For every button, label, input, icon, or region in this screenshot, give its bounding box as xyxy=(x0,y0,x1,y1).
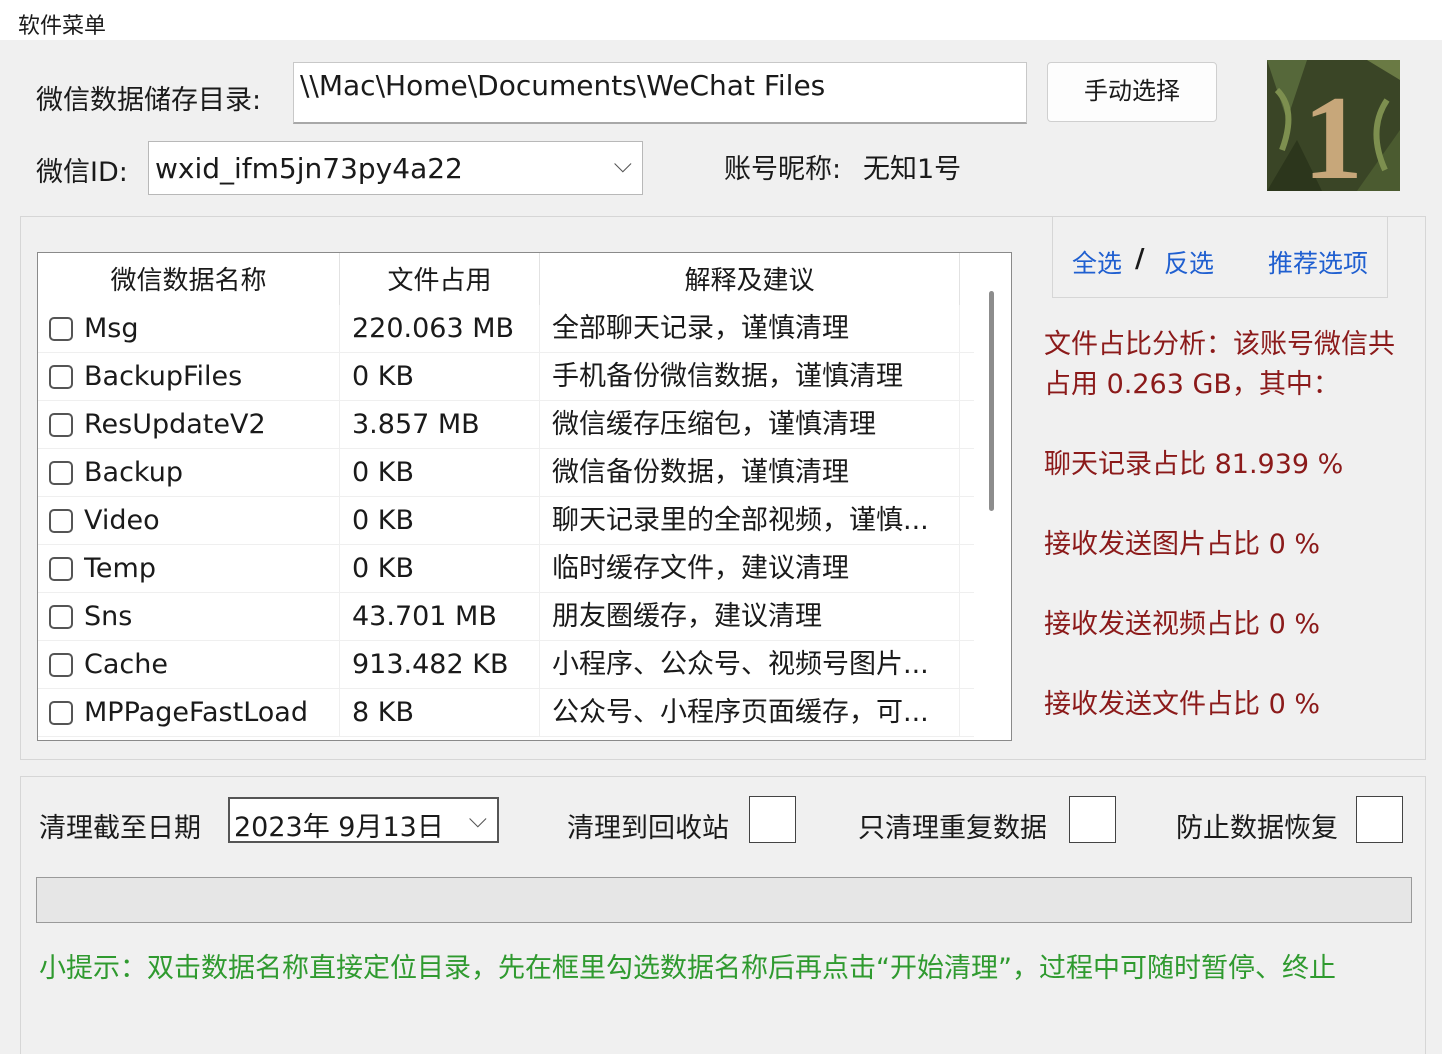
chevron-down-icon: ⌵ xyxy=(613,150,632,178)
storage-path-input[interactable]: \\Mac\Home\Documents\WeChat Files xyxy=(293,62,1027,124)
recycle-bin-label: 清理到回收站 xyxy=(567,813,729,844)
row-note: 微信备份数据，谨慎清理 xyxy=(552,449,960,497)
row-note: 公众号、小程序页面缓存，可... xyxy=(552,689,960,737)
nickname-label: 账号昵称: xyxy=(724,154,842,185)
header-note[interactable]: 解释及建议 xyxy=(540,253,960,305)
duplicate-only-label: 只清理重复数据 xyxy=(858,813,1047,844)
row-name: ResUpdateV2 xyxy=(84,401,340,449)
analysis-line1: 文件占比分析：该账号微信共 xyxy=(1044,329,1395,360)
row-size: 220.063 MB xyxy=(352,305,540,353)
row-size: 0 KB xyxy=(352,449,540,497)
row-checkbox[interactable] xyxy=(49,701,73,725)
table-row[interactable]: Video 0 KB 聊天记录里的全部视频，谨慎... xyxy=(38,497,974,545)
row-name: Temp xyxy=(84,545,340,593)
cleanup-date-value: 2023年 9月13日 xyxy=(234,812,444,843)
row-name: Sns xyxy=(84,593,340,641)
row-note: 微信缓存压缩包，谨慎清理 xyxy=(552,401,960,449)
row-note: 手机备份微信数据，谨慎清理 xyxy=(552,353,960,401)
avatar: 1 xyxy=(1267,60,1400,191)
storage-dir-label: 微信数据储存目录: xyxy=(36,85,262,116)
row-checkbox[interactable] xyxy=(49,605,73,629)
recycle-bin-checkbox[interactable] xyxy=(749,796,796,843)
row-note: 临时缓存文件，建议清理 xyxy=(552,545,960,593)
data-table[interactable]: 微信数据名称 文件占用 解释及建议 Msg 220.063 MB 全部聊天记录，… xyxy=(37,252,1012,741)
row-checkbox[interactable] xyxy=(49,365,73,389)
analysis-chat: 聊天记录占比 81.939 % xyxy=(1044,449,1344,480)
row-name: Video xyxy=(84,497,340,545)
row-size: 43.701 MB xyxy=(352,593,540,641)
table-scrollbar[interactable] xyxy=(975,255,1009,737)
row-checkbox[interactable] xyxy=(49,317,73,341)
storage-path-value: \\Mac\Home\Documents\WeChat Files xyxy=(300,69,826,102)
analysis-video: 接收发送视频占比 0 % xyxy=(1044,609,1320,640)
wechat-id-label: 微信ID: xyxy=(36,157,128,188)
recommended-link[interactable]: 推荐选项 xyxy=(1268,244,1368,280)
avatar-image: 1 xyxy=(1267,60,1400,191)
header-size[interactable]: 文件占用 xyxy=(340,253,540,305)
cleanup-date-label: 清理截至日期 xyxy=(39,813,201,844)
table-row[interactable]: ResUpdateV2 3.857 MB 微信缓存压缩包，谨慎清理 xyxy=(38,401,974,449)
row-size: 8 KB xyxy=(352,689,540,737)
prevent-recovery-label: 防止数据恢复 xyxy=(1176,813,1338,844)
wechat-id-select[interactable]: wxid_ifm5jn73py4a22 ⌵ xyxy=(148,141,643,195)
row-size: 0 KB xyxy=(352,545,540,593)
table-row[interactable]: MPPageFastLoad 8 KB 公众号、小程序页面缓存，可... xyxy=(38,689,974,737)
analysis-file: 接收发送文件占比 0 % xyxy=(1044,689,1320,720)
row-name: Backup xyxy=(84,449,340,497)
row-name: BackupFiles xyxy=(84,353,340,401)
row-note: 聊天记录里的全部视频，谨慎... xyxy=(552,497,960,545)
row-name: MPPageFastLoad xyxy=(84,689,340,737)
selection-separator: / xyxy=(1135,244,1145,274)
analysis-line2: 占用 0.263 GB，其中： xyxy=(1044,369,1340,400)
row-checkbox[interactable] xyxy=(49,509,73,533)
row-checkbox[interactable] xyxy=(49,461,73,485)
avatar-glyph: 1 xyxy=(1303,71,1363,191)
row-checkbox[interactable] xyxy=(49,557,73,581)
row-name: Msg xyxy=(84,305,340,353)
software-menu[interactable]: 软件菜单 xyxy=(18,8,106,40)
row-size: 3.857 MB xyxy=(352,401,540,449)
nickname-value: 无知1号 xyxy=(863,154,962,185)
prevent-recovery-checkbox[interactable] xyxy=(1356,796,1403,843)
select-all-link[interactable]: 全选 xyxy=(1072,244,1122,280)
row-note: 小程序、公众号、视频号图片... xyxy=(552,641,960,689)
row-note: 全部聊天记录，谨慎清理 xyxy=(552,305,960,353)
progress-bar xyxy=(36,877,1412,923)
scroll-thumb[interactable] xyxy=(989,291,994,511)
header-name[interactable]: 微信数据名称 xyxy=(38,253,340,305)
row-checkbox[interactable] xyxy=(49,653,73,677)
manual-select-button[interactable]: 手动选择 xyxy=(1047,62,1217,122)
row-note: 朋友圈缓存，建议清理 xyxy=(552,593,960,641)
cleanup-date-picker[interactable]: 2023年 9月13日 ⌵ xyxy=(228,797,499,843)
analysis-image: 接收发送图片占比 0 % xyxy=(1044,529,1320,560)
table-header: 微信数据名称 文件占用 解释及建议 xyxy=(38,253,960,305)
table-row[interactable]: BackupFiles 0 KB 手机备份微信数据，谨慎清理 xyxy=(38,353,974,401)
table-row[interactable]: Sns 43.701 MB 朋友圈缓存，建议清理 xyxy=(38,593,974,641)
row-checkbox[interactable] xyxy=(49,413,73,437)
duplicate-only-checkbox[interactable] xyxy=(1069,796,1116,843)
row-name: Cache xyxy=(84,641,340,689)
table-row[interactable]: Temp 0 KB 临时缓存文件，建议清理 xyxy=(38,545,974,593)
wechat-id-value: wxid_ifm5jn73py4a22 xyxy=(155,152,463,185)
invert-selection-link[interactable]: 反选 xyxy=(1164,244,1214,280)
table-row[interactable]: Cache 913.482 KB 小程序、公众号、视频号图片... xyxy=(38,641,974,689)
table-row[interactable]: Msg 220.063 MB 全部聊天记录，谨慎清理 xyxy=(38,305,974,353)
row-size: 0 KB xyxy=(352,497,540,545)
menu-bar: 软件菜单 xyxy=(0,0,1442,40)
table-row[interactable]: Backup 0 KB 微信备份数据，谨慎清理 xyxy=(38,449,974,497)
tip-text: 小提示：双击数据名称直接定位目录，先在框里勾选数据名称后再点击“开始清理”，过程… xyxy=(39,953,1336,984)
chevron-down-icon: ⌵ xyxy=(468,805,487,833)
row-size: 913.482 KB xyxy=(352,641,540,689)
row-size: 0 KB xyxy=(352,353,540,401)
